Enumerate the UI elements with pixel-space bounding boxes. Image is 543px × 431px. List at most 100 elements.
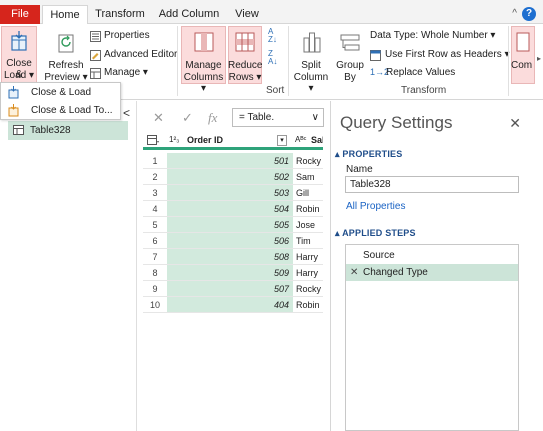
help-icon[interactable]: ? — [522, 7, 536, 21]
refresh-preview-button[interactable]: Refresh Preview ▾ — [44, 26, 88, 84]
row-index: 8 — [143, 265, 167, 281]
cell-order-id[interactable]: 502 — [167, 169, 293, 185]
tab-home[interactable]: Home — [42, 5, 88, 25]
close-load-menu: Close & Load Close & Load To... — [0, 82, 121, 120]
query-name-field[interactable]: Table328 — [345, 176, 519, 193]
cell-salesperson[interactable]: Sam — [293, 169, 323, 185]
split-column-label-2: Column ▾ — [293, 72, 329, 94]
cell-salesperson[interactable]: Jose — [293, 217, 323, 233]
row-index: 9 — [143, 281, 167, 297]
group-by-button[interactable]: Group By — [333, 26, 367, 84]
table-row[interactable]: 7 508 Harry — [143, 249, 323, 265]
row-index: 2 — [143, 169, 167, 185]
table-row[interactable]: 9 507 Rocky — [143, 281, 323, 297]
table-row[interactable]: 1 501 Rocky — [143, 153, 323, 169]
properties-section-heading[interactable]: ▴ PROPERTIES — [335, 149, 402, 160]
transform-group-label: Transform — [401, 85, 447, 96]
tab-view[interactable]: View — [230, 5, 264, 25]
reduce-rows-icon — [235, 32, 255, 52]
properties-button[interactable]: Properties — [90, 30, 176, 44]
close-load-label-2: Load ▾ — [3, 70, 35, 81]
manage-button[interactable]: Manage ▾ — [90, 67, 150, 81]
reduce-rows-button[interactable]: Reduce Rows ▾ — [228, 26, 262, 84]
data-type-dropdown[interactable]: Data Type: Whole Number ▾ — [370, 30, 500, 44]
formula-cancel-button[interactable]: ✕ — [153, 110, 164, 126]
step-changed-type[interactable]: ✕ Changed Type — [346, 264, 518, 281]
cell-salesperson[interactable]: Tim — [293, 233, 323, 249]
row-index: 3 — [143, 185, 167, 201]
close-load-to-menu-icon — [8, 104, 19, 117]
column-filter-icon[interactable]: ▾ — [277, 135, 287, 146]
fx-icon: fx — [208, 110, 218, 125]
table-row[interactable]: 2 502 Sam — [143, 169, 323, 185]
advanced-editor-label: Advanced Editor — [104, 49, 178, 60]
tab-transform[interactable]: Transform — [92, 5, 148, 25]
cell-order-id[interactable]: 501 — [167, 153, 293, 169]
formula-expand-icon[interactable]: ∨ — [312, 109, 319, 126]
split-column-icon — [303, 32, 321, 53]
row-index: 1 — [143, 153, 167, 169]
sort-descending-button[interactable]: Z A↓ — [266, 50, 284, 66]
cell-salesperson[interactable]: Robin — [293, 297, 323, 313]
table-row[interactable]: 10 404 Robin — [143, 297, 323, 313]
all-properties-link[interactable]: All Properties — [346, 201, 405, 212]
manage-label: Manage ▾ — [104, 67, 148, 78]
cell-order-id[interactable]: 503 — [167, 185, 293, 201]
table-row[interactable]: 6 506 Tim — [143, 233, 323, 249]
sort-group-label: Sort — [266, 85, 285, 96]
cell-order-id[interactable]: 506 — [167, 233, 293, 249]
cell-salesperson[interactable]: Harry — [293, 249, 323, 265]
cell-salesperson[interactable]: Harry — [293, 265, 323, 281]
query-item-table328[interactable]: Table328 — [8, 121, 128, 140]
text-type-icon[interactable]: Aᴮᶜ — [295, 135, 306, 144]
cell-order-id[interactable]: 507 — [167, 281, 293, 297]
table-row[interactable]: 4 504 Robin — [143, 201, 323, 217]
manage-columns-label-1: Manage — [185, 60, 222, 71]
column-header-salesperson[interactable]: Aᴮᶜ Sal — [293, 134, 323, 148]
cell-order-id[interactable]: 505 — [167, 217, 293, 233]
cell-order-id[interactable]: 504 — [167, 201, 293, 217]
replace-values-button[interactable]: 1→2 Replace Values — [370, 67, 470, 81]
combine-button[interactable]: Com — [511, 26, 535, 84]
tab-file[interactable]: File — [0, 5, 40, 24]
advanced-editor-button[interactable]: Advanced Editor — [90, 49, 178, 63]
cell-salesperson[interactable]: Rocky — [293, 153, 323, 169]
first-row-headers-label: Use First Row as Headers ▾ — [385, 49, 510, 60]
cell-order-id[interactable]: 508 — [167, 249, 293, 265]
menu-item-close-load-to-label: Close & Load To... — [31, 105, 113, 116]
close-icon[interactable]: ✕ — [509, 115, 521, 132]
cell-order-id[interactable]: 509 — [167, 265, 293, 281]
ribbon-scroll-right-icon[interactable]: ▸ — [537, 54, 541, 63]
column-header-order-id[interactable]: 1²₃ Order ID ▾ — [167, 134, 293, 148]
cell-order-id[interactable]: 404 — [167, 297, 293, 313]
group-by-icon — [340, 34, 360, 51]
row-index: 10 — [143, 297, 167, 313]
collapse-queries-button[interactable]: < — [123, 106, 130, 120]
replace-values-label: Replace Values — [386, 67, 456, 78]
table-row[interactable]: 8 509 Harry — [143, 265, 323, 281]
step-source[interactable]: Source — [346, 247, 518, 264]
menu-item-close-load[interactable]: Close & Load — [1, 84, 120, 101]
step-changed-type-label: Changed Type — [363, 267, 428, 278]
formula-input[interactable]: = Table. ∨ — [232, 108, 324, 127]
formula-commit-button[interactable]: ✓ — [182, 110, 193, 126]
table-row[interactable]: 3 503 Gill — [143, 185, 323, 201]
combine-label: Com — [511, 60, 533, 71]
name-label: Name — [346, 164, 373, 175]
first-row-headers-button[interactable]: Use First Row as Headers ▾ — [370, 49, 510, 63]
manage-columns-button[interactable]: Manage Columns ▾ — [181, 26, 226, 94]
cell-salesperson[interactable]: Rocky — [293, 281, 323, 297]
table-menu-icon[interactable] — [147, 135, 159, 145]
close-load-button[interactable]: Close & Load ▾ — [1, 26, 37, 84]
menu-item-close-load-to[interactable]: Close & Load To... — [1, 102, 120, 119]
cell-salesperson[interactable]: Gill — [293, 185, 323, 201]
cell-salesperson[interactable]: Robin — [293, 201, 323, 217]
whole-number-type-icon[interactable]: 1²₃ — [169, 135, 179, 144]
table-row[interactable]: 5 505 Jose — [143, 217, 323, 233]
applied-steps-heading[interactable]: ▴ APPLIED STEPS — [335, 228, 416, 239]
split-column-button[interactable]: Split Column ▾ — [291, 26, 331, 94]
sort-ascending-button[interactable]: A Z↓ — [266, 28, 284, 44]
tab-add-column[interactable]: Add Column — [156, 5, 222, 25]
collapse-ribbon-button[interactable]: ^ — [512, 8, 517, 19]
delete-step-icon[interactable]: ✕ — [350, 264, 358, 281]
